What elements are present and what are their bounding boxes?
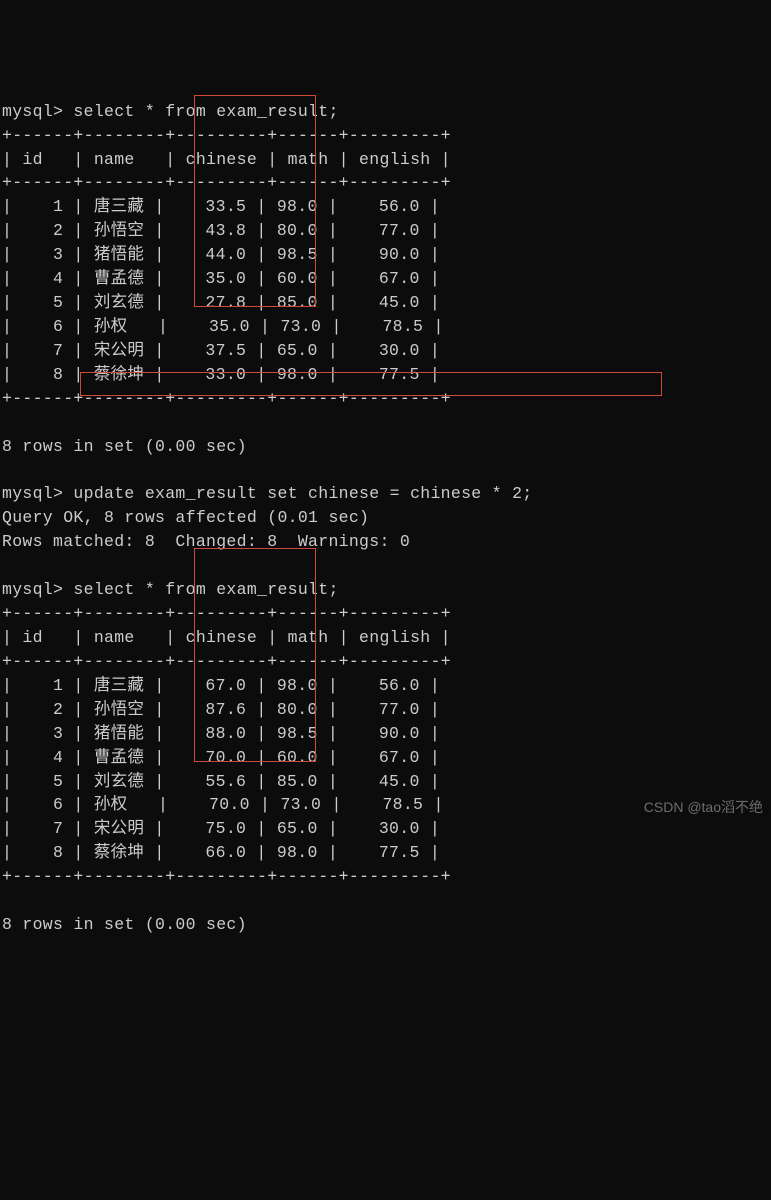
watermark: CSDN @tao滔不绝: [644, 797, 763, 817]
